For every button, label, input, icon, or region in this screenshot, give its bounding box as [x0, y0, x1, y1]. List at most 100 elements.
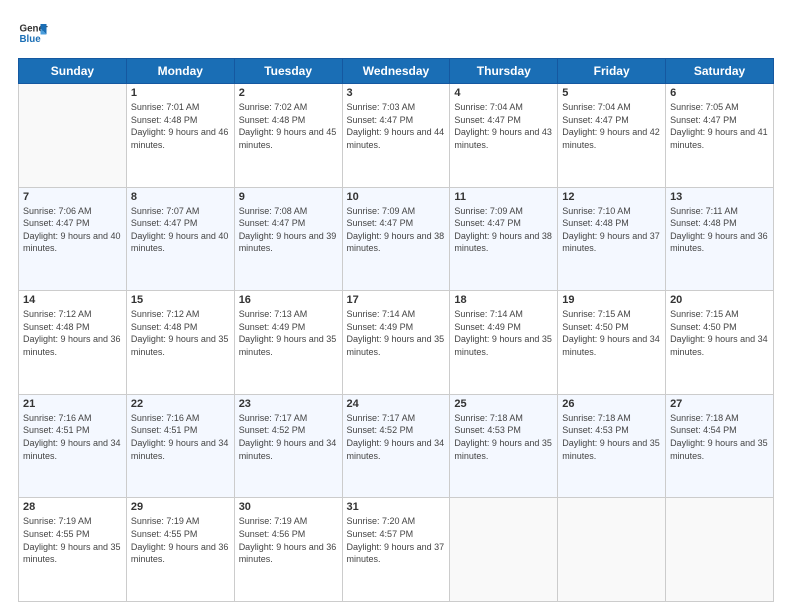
day-detail: Sunrise: 7:15 AMSunset: 4:50 PMDaylight:…	[562, 308, 661, 358]
logo-icon: General Blue	[18, 18, 48, 48]
day-number: 15	[131, 294, 230, 306]
day-detail: Sunrise: 7:19 AMSunset: 4:55 PMDaylight:…	[131, 515, 230, 565]
day-number: 14	[23, 294, 122, 306]
day-number: 1	[131, 87, 230, 99]
day-detail: Sunrise: 7:19 AMSunset: 4:55 PMDaylight:…	[23, 515, 122, 565]
calendar-cell: 17 Sunrise: 7:14 AMSunset: 4:49 PMDayligh…	[342, 291, 450, 395]
day-detail: Sunrise: 7:10 AMSunset: 4:48 PMDaylight:…	[562, 205, 661, 255]
day-number: 18	[454, 294, 553, 306]
calendar-cell: 10 Sunrise: 7:09 AMSunset: 4:47 PMDayligh…	[342, 187, 450, 291]
day-number: 28	[23, 501, 122, 513]
calendar-cell: 19 Sunrise: 7:15 AMSunset: 4:50 PMDayligh…	[558, 291, 666, 395]
calendar-cell: 18 Sunrise: 7:14 AMSunset: 4:49 PMDayligh…	[450, 291, 558, 395]
calendar-cell: 14 Sunrise: 7:12 AMSunset: 4:48 PMDayligh…	[19, 291, 127, 395]
day-number: 10	[347, 191, 446, 203]
calendar-cell: 29 Sunrise: 7:19 AMSunset: 4:55 PMDayligh…	[126, 498, 234, 602]
logo: General Blue	[18, 18, 48, 48]
day-detail: Sunrise: 7:12 AMSunset: 4:48 PMDaylight:…	[131, 308, 230, 358]
calendar-week-row: 7Sunrise: 7:06 AMSunset: 4:47 PMDaylight…	[19, 187, 774, 291]
weekday-header: Monday	[126, 59, 234, 84]
day-detail: Sunrise: 7:18 AMSunset: 4:53 PMDaylight:…	[562, 412, 661, 462]
day-detail: Sunrise: 7:04 AMSunset: 4:47 PMDaylight:…	[562, 101, 661, 151]
calendar-cell: 30 Sunrise: 7:19 AMSunset: 4:56 PMDayligh…	[234, 498, 342, 602]
calendar-cell: 28 Sunrise: 7:19 AMSunset: 4:55 PMDayligh…	[19, 498, 127, 602]
calendar-week-row: 1Sunrise: 7:01 AMSunset: 4:48 PMDaylight…	[19, 84, 774, 188]
page: General Blue SundayMondayTuesdayWednesda…	[0, 0, 792, 612]
day-number: 19	[562, 294, 661, 306]
day-detail: Sunrise: 7:13 AMSunset: 4:49 PMDaylight:…	[239, 308, 338, 358]
calendar-cell: 15 Sunrise: 7:12 AMSunset: 4:48 PMDayligh…	[126, 291, 234, 395]
day-detail: Sunrise: 7:12 AMSunset: 4:48 PMDaylight:…	[23, 308, 122, 358]
day-detail: Sunrise: 7:20 AMSunset: 4:57 PMDaylight:…	[347, 515, 446, 565]
day-detail: Sunrise: 7:17 AMSunset: 4:52 PMDaylight:…	[347, 412, 446, 462]
day-number: 2	[239, 87, 338, 99]
day-number: 13	[670, 191, 769, 203]
day-number: 23	[239, 398, 338, 410]
calendar-cell	[450, 498, 558, 602]
weekday-header: Wednesday	[342, 59, 450, 84]
day-number: 4	[454, 87, 553, 99]
calendar-cell: 23 Sunrise: 7:17 AMSunset: 4:52 PMDayligh…	[234, 394, 342, 498]
calendar-cell: 9 Sunrise: 7:08 AMSunset: 4:47 PMDaylight…	[234, 187, 342, 291]
day-number: 31	[347, 501, 446, 513]
day-detail: Sunrise: 7:19 AMSunset: 4:56 PMDaylight:…	[239, 515, 338, 565]
day-detail: Sunrise: 7:15 AMSunset: 4:50 PMDaylight:…	[670, 308, 769, 358]
day-number: 20	[670, 294, 769, 306]
calendar-cell: 21 Sunrise: 7:16 AMSunset: 4:51 PMDayligh…	[19, 394, 127, 498]
day-number: 25	[454, 398, 553, 410]
day-detail: Sunrise: 7:16 AMSunset: 4:51 PMDaylight:…	[131, 412, 230, 462]
calendar-cell: 4 Sunrise: 7:04 AMSunset: 4:47 PMDaylight…	[450, 84, 558, 188]
calendar-cell: 12 Sunrise: 7:10 AMSunset: 4:48 PMDayligh…	[558, 187, 666, 291]
weekday-header-row: SundayMondayTuesdayWednesdayThursdayFrid…	[19, 59, 774, 84]
day-number: 29	[131, 501, 230, 513]
calendar-cell: 31 Sunrise: 7:20 AMSunset: 4:57 PMDayligh…	[342, 498, 450, 602]
calendar-week-row: 21 Sunrise: 7:16 AMSunset: 4:51 PMDayligh…	[19, 394, 774, 498]
day-detail: Sunrise: 7:18 AMSunset: 4:53 PMDaylight:…	[454, 412, 553, 462]
calendar-cell: 24 Sunrise: 7:17 AMSunset: 4:52 PMDayligh…	[342, 394, 450, 498]
day-number: 9	[239, 191, 338, 203]
calendar-cell: 6 Sunrise: 7:05 AMSunset: 4:47 PMDaylight…	[666, 84, 774, 188]
svg-text:Blue: Blue	[20, 34, 42, 45]
day-detail: Sunrise: 7:08 AMSunset: 4:47 PMDaylight:…	[239, 205, 338, 255]
day-detail: Sunrise: 7:04 AMSunset: 4:47 PMDaylight:…	[454, 101, 553, 151]
calendar-cell: 25 Sunrise: 7:18 AMSunset: 4:53 PMDayligh…	[450, 394, 558, 498]
day-number: 17	[347, 294, 446, 306]
day-number: 12	[562, 191, 661, 203]
calendar-cell: 7Sunrise: 7:06 AMSunset: 4:47 PMDaylight…	[19, 187, 127, 291]
calendar-cell: 2 Sunrise: 7:02 AMSunset: 4:48 PMDaylight…	[234, 84, 342, 188]
calendar-cell: 26 Sunrise: 7:18 AMSunset: 4:53 PMDayligh…	[558, 394, 666, 498]
day-detail: Sunrise: 7:18 AMSunset: 4:54 PMDaylight:…	[670, 412, 769, 462]
calendar-week-row: 28 Sunrise: 7:19 AMSunset: 4:55 PMDayligh…	[19, 498, 774, 602]
day-number: 22	[131, 398, 230, 410]
day-detail: Sunrise: 7:09 AMSunset: 4:47 PMDaylight:…	[347, 205, 446, 255]
calendar-cell: 22 Sunrise: 7:16 AMSunset: 4:51 PMDayligh…	[126, 394, 234, 498]
day-detail: Sunrise: 7:11 AMSunset: 4:48 PMDaylight:…	[670, 205, 769, 255]
day-number: 26	[562, 398, 661, 410]
day-number: 5	[562, 87, 661, 99]
weekday-header: Tuesday	[234, 59, 342, 84]
weekday-header: Sunday	[19, 59, 127, 84]
calendar-cell: 8 Sunrise: 7:07 AMSunset: 4:47 PMDaylight…	[126, 187, 234, 291]
calendar-cell	[558, 498, 666, 602]
day-detail: Sunrise: 7:14 AMSunset: 4:49 PMDaylight:…	[454, 308, 553, 358]
day-number: 30	[239, 501, 338, 513]
calendar-cell	[19, 84, 127, 188]
day-number: 7	[23, 191, 122, 203]
day-detail: Sunrise: 7:16 AMSunset: 4:51 PMDaylight:…	[23, 412, 122, 462]
calendar-week-row: 14 Sunrise: 7:12 AMSunset: 4:48 PMDayligh…	[19, 291, 774, 395]
day-detail: Sunrise: 7:05 AMSunset: 4:47 PMDaylight:…	[670, 101, 769, 151]
day-detail: Sunrise: 7:03 AMSunset: 4:47 PMDaylight:…	[347, 101, 446, 151]
day-number: 6	[670, 87, 769, 99]
calendar-cell: 11Sunrise: 7:09 AMSunset: 4:47 PMDayligh…	[450, 187, 558, 291]
day-detail: Sunrise: 7:07 AMSunset: 4:47 PMDaylight:…	[131, 205, 230, 255]
day-number: 21	[23, 398, 122, 410]
day-detail: Sunrise: 7:14 AMSunset: 4:49 PMDaylight:…	[347, 308, 446, 358]
header: General Blue	[18, 18, 774, 48]
day-detail: Sunrise: 7:09 AMSunset: 4:47 PMDaylight:…	[454, 205, 553, 255]
calendar-cell: 13 Sunrise: 7:11 AMSunset: 4:48 PMDayligh…	[666, 187, 774, 291]
weekday-header: Thursday	[450, 59, 558, 84]
day-number: 8	[131, 191, 230, 203]
day-detail: Sunrise: 7:02 AMSunset: 4:48 PMDaylight:…	[239, 101, 338, 151]
day-detail: Sunrise: 7:17 AMSunset: 4:52 PMDaylight:…	[239, 412, 338, 462]
day-number: 24	[347, 398, 446, 410]
